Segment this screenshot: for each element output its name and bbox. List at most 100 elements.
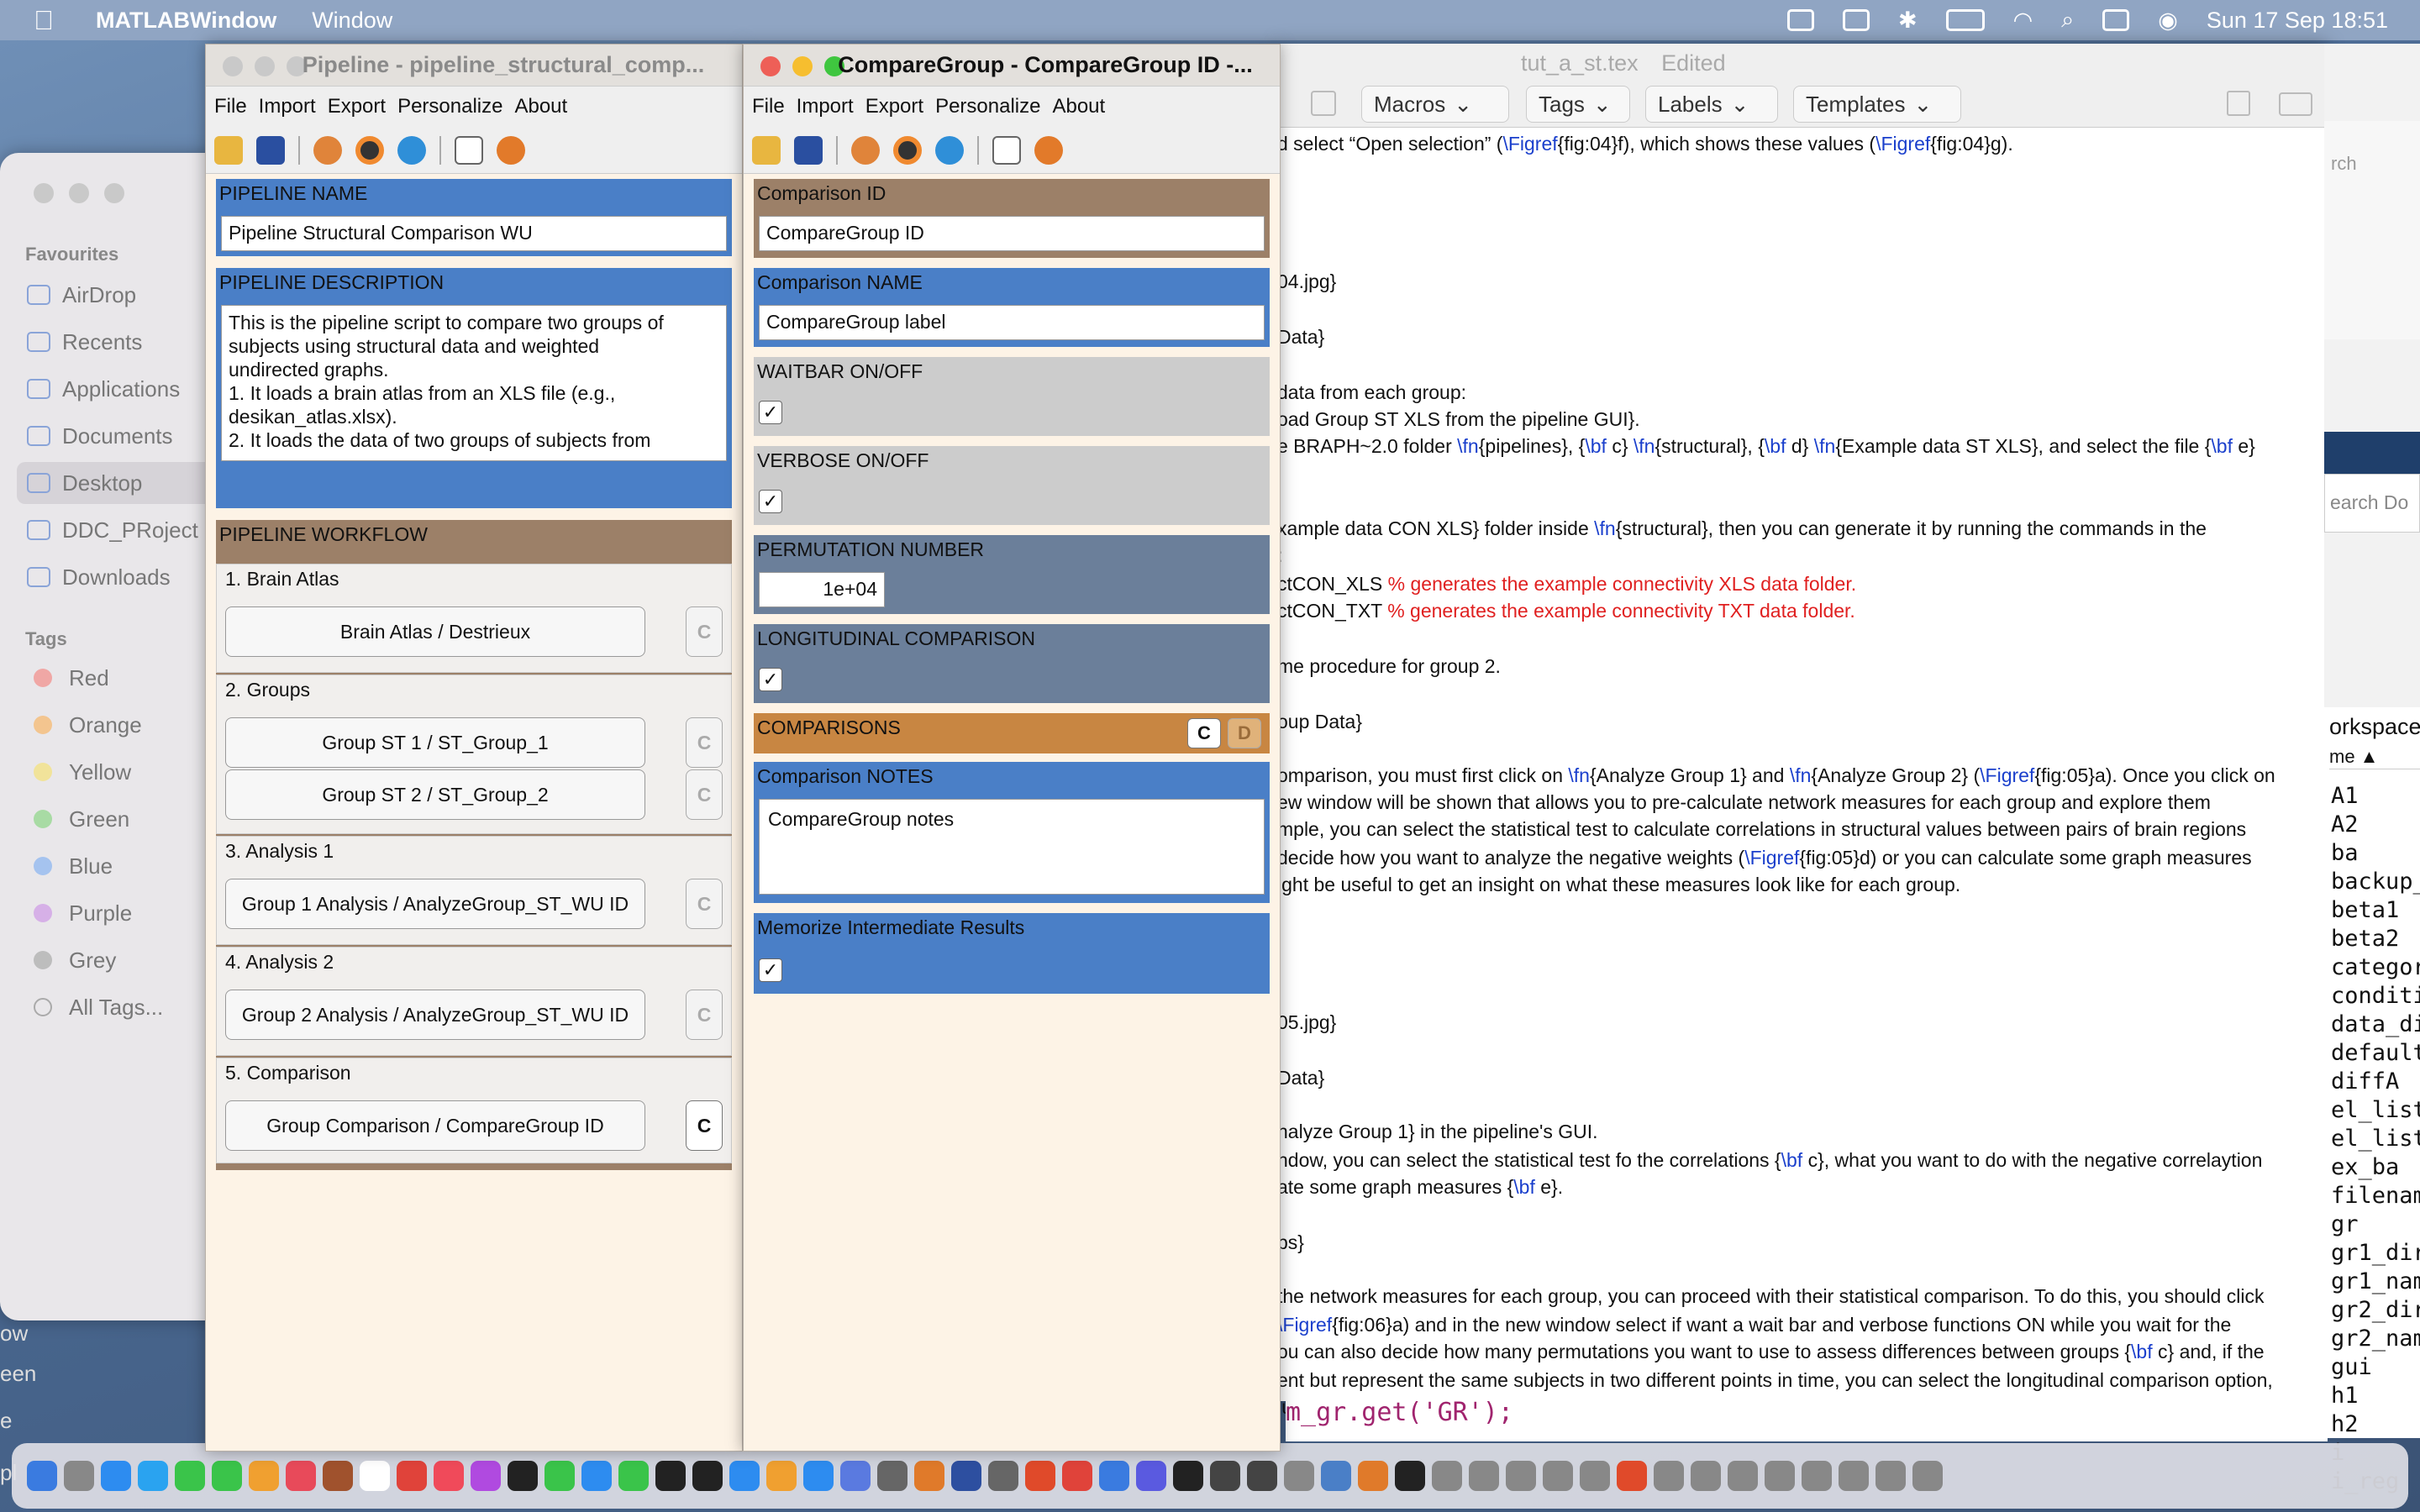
waitbar-checkbox[interactable]: ✓ — [759, 401, 782, 424]
group1-analysis-c-button[interactable]: C — [686, 879, 723, 929]
zoom-button[interactable] — [104, 183, 124, 203]
dock-app-icon[interactable] — [692, 1461, 723, 1491]
tag-green[interactable]: Green — [17, 798, 214, 840]
sidebar-toggle-icon[interactable] — [2279, 92, 2312, 116]
tex-source-text[interactable]: d select “Open selection” (\Figref{fig:0… — [1277, 128, 2328, 1418]
dock-app-icon[interactable] — [1025, 1461, 1055, 1491]
battery-icon[interactable] — [1945, 9, 1985, 31]
dock-app-icon[interactable] — [1876, 1461, 1906, 1491]
wifi-icon[interactable]: ◠ — [2013, 8, 2033, 34]
twitter-icon[interactable] — [935, 135, 964, 165]
search-documentation-field[interactable]: earch Do — [2324, 474, 2420, 533]
menu-file[interactable]: File — [214, 95, 247, 118]
dock-app-icon[interactable] — [581, 1461, 612, 1491]
sidebar-item-documents[interactable]: Documents — [17, 415, 214, 457]
workspace-variable[interactable]: gr — [2331, 1211, 2359, 1237]
dock-app-icon[interactable] — [840, 1461, 871, 1491]
pipeline-name-field[interactable]: Pipeline Structural Comparison WU — [221, 216, 727, 251]
menubar-app-name[interactable]: MATLABWindow — [96, 8, 276, 34]
tags-dropdown[interactable]: Tags ⌄ — [1526, 86, 1630, 123]
dock-app-icon[interactable] — [1358, 1461, 1388, 1491]
workspace-variable[interactable]: A2 — [2331, 811, 2359, 837]
dock-app-icon[interactable] — [803, 1461, 834, 1491]
control-center-icon[interactable] — [2102, 9, 2130, 31]
macros-dropdown[interactable]: Macros ⌄ — [1361, 86, 1509, 123]
workspace-variable[interactable]: ba — [2331, 840, 2359, 866]
menu-import[interactable]: Import — [797, 95, 854, 118]
apple-icon[interactable]:  — [34, 5, 54, 36]
workspace-variable[interactable]: conditio — [2331, 983, 2420, 1009]
brain-atlas-button[interactable]: Brain Atlas / Destrieux — [225, 606, 645, 657]
workspace-variable[interactable]: h2 — [2331, 1411, 2359, 1437]
dock-app-icon[interactable] — [1247, 1461, 1277, 1491]
dock-app-icon[interactable] — [175, 1461, 205, 1491]
web-icon[interactable] — [851, 135, 880, 165]
sidebar-item-applications[interactable]: Applications — [17, 368, 214, 410]
dock-app-icon[interactable] — [1284, 1461, 1314, 1491]
workspace-variable[interactable]: el_list — [2331, 1097, 2420, 1123]
workspace-variable[interactable]: A1 — [2331, 783, 2359, 809]
menubar-clock[interactable]: Sun 17 Sep 18:51 — [2207, 8, 2388, 34]
help-icon[interactable] — [497, 135, 525, 165]
dock-app-icon[interactable] — [951, 1461, 981, 1491]
labels-dropdown[interactable]: Labels ⌄ — [1645, 86, 1778, 123]
dock-app-icon[interactable] — [1469, 1461, 1499, 1491]
dock-app-icon[interactable] — [1395, 1461, 1425, 1491]
dock-app-icon[interactable] — [1173, 1461, 1203, 1491]
verbose-checkbox[interactable]: ✓ — [759, 490, 782, 513]
permutation-number-field[interactable]: 1e+04 — [759, 572, 885, 607]
workspace-variable[interactable]: ex_ba — [2331, 1154, 2399, 1180]
workspace-variable[interactable]: default — [2331, 1040, 2420, 1066]
dock-app-icon[interactable] — [286, 1461, 316, 1491]
workspace-variable[interactable]: beta1 — [2331, 897, 2399, 923]
dock-app-icon[interactable] — [212, 1461, 242, 1491]
print-icon[interactable] — [1311, 91, 1336, 116]
braph-icon[interactable] — [893, 135, 922, 165]
sidebar-item-recents[interactable]: Recents — [17, 321, 214, 363]
tag-yellow[interactable]: Yellow — [17, 751, 214, 793]
group-comparison-button[interactable]: Group Comparison / CompareGroup ID — [225, 1100, 645, 1151]
dock-app-icon[interactable] — [1765, 1461, 1795, 1491]
group2-analysis-c-button[interactable]: C — [686, 990, 723, 1040]
workspace-variable[interactable]: gui — [2331, 1354, 2372, 1380]
dock-app-icon[interactable] — [1099, 1461, 1129, 1491]
pipeline-description-field[interactable]: This is the pipeline script to compare t… — [221, 305, 727, 461]
longitudinal-checkbox[interactable]: ✓ — [759, 668, 782, 691]
dock-app-icon[interactable] — [655, 1461, 686, 1491]
open-folder-icon[interactable] — [214, 135, 243, 165]
dock-app-icon[interactable] — [1580, 1461, 1610, 1491]
dock-app-icon[interactable] — [360, 1461, 390, 1491]
workspace-variable[interactable]: gr1_dir — [2331, 1240, 2420, 1266]
dock-app-icon[interactable] — [27, 1461, 57, 1491]
menubar-window[interactable]: Window — [312, 8, 392, 34]
spotlight-search-icon[interactable]: ⌕ — [2061, 7, 2074, 34]
sidebar-item-airdrop[interactable]: AirDrop — [17, 274, 214, 316]
workspace-variable[interactable]: categori — [2331, 954, 2420, 980]
dock-app-icon[interactable] — [1321, 1461, 1351, 1491]
dock-app-icon[interactable] — [1912, 1461, 1943, 1491]
sidebar-item-desktop[interactable]: Desktop — [17, 462, 214, 504]
brain-atlas-c-button[interactable]: C — [686, 606, 723, 657]
tag-grey[interactable]: Grey — [17, 939, 214, 981]
status-icon-1[interactable] — [1786, 9, 1814, 31]
dock-app-icon[interactable] — [1617, 1461, 1647, 1491]
menu-file[interactable]: File — [752, 95, 785, 118]
tag-blue[interactable]: Blue — [17, 845, 214, 887]
tag-purple[interactable]: Purple — [17, 892, 214, 934]
dock-app-icon[interactable] — [434, 1461, 464, 1491]
workspace-variable[interactable]: backup_ — [2331, 869, 2420, 895]
share-icon[interactable] — [2227, 91, 2250, 116]
menu-personalize[interactable]: Personalize — [935, 95, 1040, 118]
dock-app-icon[interactable] — [1691, 1461, 1721, 1491]
group1-analysis-button[interactable]: Group 1 Analysis / AnalyzeGroup_ST_WU ID — [225, 879, 645, 929]
dock-app-icon[interactable] — [1728, 1461, 1758, 1491]
workspace-variable[interactable]: filename — [2331, 1183, 2420, 1209]
dock-app-icon[interactable] — [1543, 1461, 1573, 1491]
comparisons-c-button[interactable]: C — [1187, 718, 1221, 748]
dock-app-icon[interactable] — [138, 1461, 168, 1491]
workspace-variable[interactable]: diffA — [2331, 1068, 2399, 1095]
dock-app-icon[interactable] — [988, 1461, 1018, 1491]
tag-all[interactable]: All Tags... — [17, 986, 214, 1028]
dock-app-icon[interactable] — [508, 1461, 538, 1491]
workspace-variable[interactable]: el_list_d — [2331, 1126, 2420, 1152]
